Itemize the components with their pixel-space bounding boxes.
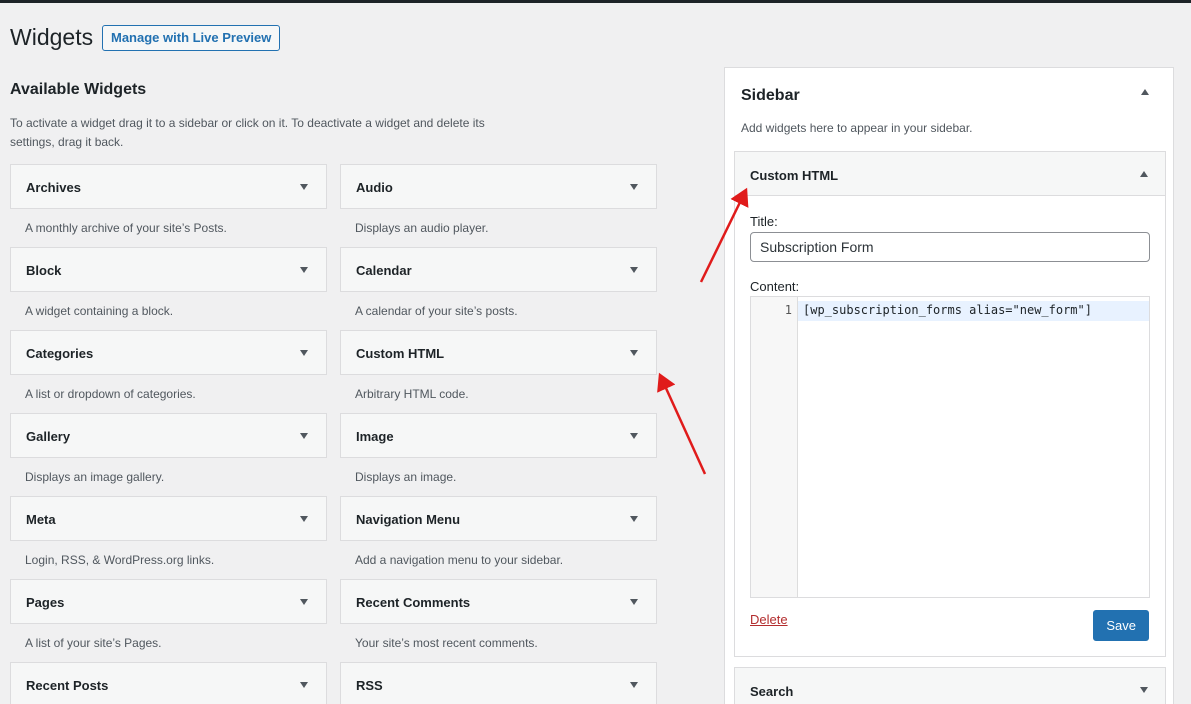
- content-field-label: Content:: [750, 279, 800, 294]
- chevron-down-icon[interactable]: [630, 516, 638, 522]
- widget-image[interactable]: Image Displays an image.: [340, 413, 657, 484]
- widget-header[interactable]: Block: [10, 247, 327, 292]
- widget-header[interactable]: Audio: [340, 164, 657, 209]
- sidebar-description: Add widgets here to appear in your sideb…: [741, 121, 973, 135]
- widget-header[interactable]: Archives: [10, 164, 327, 209]
- widget-header[interactable]: Image: [340, 413, 657, 458]
- chevron-down-icon[interactable]: [300, 433, 308, 439]
- chevron-down-icon[interactable]: [300, 267, 308, 273]
- widget-description: Your site’s most recent comments.: [355, 636, 538, 650]
- widget-archives[interactable]: Archives A monthly archive of your site’s…: [10, 164, 327, 235]
- chevron-down-icon[interactable]: [630, 599, 638, 605]
- chevron-down-icon[interactable]: [300, 516, 308, 522]
- widget-title: Block: [26, 263, 62, 278]
- chevron-down-icon[interactable]: [630, 350, 638, 356]
- annotation-arrow-custom-html-widget: [657, 372, 707, 475]
- widget-recent-comments[interactable]: Recent Comments Your site’s most recent c…: [340, 579, 657, 650]
- sidebar-collapse-icon[interactable]: [1141, 89, 1149, 95]
- widget-rss[interactable]: RSS: [340, 662, 657, 704]
- widget-title: RSS: [356, 678, 383, 693]
- widget-description: Displays an image.: [355, 470, 457, 484]
- widget-header[interactable]: Recent Comments: [340, 579, 657, 624]
- content-code-editor[interactable]: 1 [wp_subscription_forms alias="new_form…: [750, 296, 1150, 598]
- available-widgets-title: Available Widgets: [10, 81, 147, 98]
- widget-title: Calendar: [356, 263, 412, 278]
- widget-description: A monthly archive of your site’s Posts.: [25, 221, 227, 235]
- widget-custom-html[interactable]: Custom HTML Arbitrary HTML code.: [340, 330, 657, 401]
- widget-description: Displays an audio player.: [355, 221, 489, 235]
- widget-description: Displays an image gallery.: [25, 470, 165, 484]
- widget-header[interactable]: Categories: [10, 330, 327, 375]
- chevron-down-icon[interactable]: [1140, 687, 1148, 693]
- widget-title: Recent Comments: [356, 595, 471, 610]
- widget-description: Login, RSS, & WordPress.org links.: [25, 553, 215, 567]
- chevron-down-icon[interactable]: [630, 682, 638, 688]
- widget-title: Recent Posts: [26, 678, 109, 693]
- widget-description: Add a navigation menu to your sidebar.: [355, 553, 564, 567]
- chevron-down-icon[interactable]: [630, 433, 638, 439]
- widget-title: Image: [356, 429, 394, 444]
- code-line[interactable]: [wp_subscription_forms alias="new_form"]: [803, 303, 1092, 317]
- widget-header[interactable]: Meta: [10, 496, 327, 541]
- widget-audio[interactable]: Audio Displays an audio player.: [340, 164, 657, 235]
- delete-link[interactable]: Delete: [750, 612, 788, 627]
- title-field-label: Title:: [750, 214, 778, 229]
- widget-pages[interactable]: Pages A list of your site’s Pages.: [10, 579, 327, 650]
- widget-meta[interactable]: Meta Login, RSS, & WordPress.org links.: [10, 496, 327, 567]
- widget-title: Audio: [356, 180, 393, 195]
- chevron-down-icon[interactable]: [300, 350, 308, 356]
- widget-title: Categories: [26, 346, 94, 361]
- sidebar-area: Sidebar Add widgets here to appear in yo…: [724, 67, 1174, 704]
- widget-title: Archives: [26, 180, 81, 195]
- sidebar-title: Sidebar: [741, 87, 800, 104]
- available-widgets-description: To activate a widget drag it to a sideba…: [10, 116, 485, 149]
- widget-gallery[interactable]: Gallery Displays an image gallery.: [10, 413, 327, 484]
- widget-title: Gallery: [26, 429, 71, 444]
- custom-html-widget: Custom HTML Title: Content: 1 [wp_subscr…: [734, 151, 1166, 657]
- widget-header[interactable]: RSS: [340, 662, 657, 704]
- widget-header[interactable]: Custom HTML: [340, 330, 657, 375]
- chevron-up-icon[interactable]: [1140, 171, 1148, 177]
- custom-html-widget-title: Custom HTML: [750, 168, 839, 183]
- widget-header[interactable]: Navigation Menu: [340, 496, 657, 541]
- widget-description: A calendar of your site’s posts.: [355, 304, 518, 318]
- manage-live-preview-button[interactable]: Manage with Live Preview: [102, 25, 281, 51]
- widget-header[interactable]: Gallery: [10, 413, 327, 458]
- chevron-down-icon[interactable]: [300, 682, 308, 688]
- widget-navigation-menu[interactable]: Navigation Menu Add a navigation menu to …: [340, 496, 657, 567]
- admin-topbar: [0, 0, 1191, 3]
- search-widget-title: Search: [750, 684, 794, 699]
- widget-calendar[interactable]: Calendar A calendar of your site’s posts.: [340, 247, 657, 318]
- page-title: Widgets: [10, 24, 94, 50]
- widget-description: A widget containing a block.: [25, 304, 174, 318]
- widget-header[interactable]: Pages: [10, 579, 327, 624]
- line-number-gutter: 1: [751, 297, 798, 597]
- custom-html-widget-header[interactable]: Custom HTML: [735, 152, 1165, 196]
- chevron-down-icon[interactable]: [300, 184, 308, 190]
- widget-recent-posts[interactable]: Recent Posts: [10, 662, 327, 704]
- chevron-down-icon[interactable]: [300, 599, 308, 605]
- chevron-down-icon[interactable]: [630, 267, 638, 273]
- widget-categories[interactable]: Categories A list or dropdown of categori…: [10, 330, 327, 401]
- widget-header[interactable]: Calendar: [340, 247, 657, 292]
- widget-description: Arbitrary HTML code.: [355, 387, 469, 401]
- widget-title: Meta: [26, 512, 56, 527]
- widget-description: A list of your site’s Pages.: [25, 636, 162, 650]
- save-button[interactable]: Save: [1093, 610, 1149, 641]
- title-field[interactable]: [750, 232, 1150, 262]
- widget-title: Pages: [26, 595, 65, 610]
- widget-title: Custom HTML: [356, 346, 445, 361]
- widget-block[interactable]: Block A widget containing a block.: [10, 247, 327, 318]
- line-number: 1: [784, 303, 792, 317]
- widget-title: Navigation Menu: [356, 512, 461, 527]
- widget-description: A list or dropdown of categories.: [25, 387, 196, 401]
- search-widget[interactable]: Search: [734, 667, 1166, 704]
- widget-header[interactable]: Recent Posts: [10, 662, 327, 704]
- chevron-down-icon[interactable]: [630, 184, 638, 190]
